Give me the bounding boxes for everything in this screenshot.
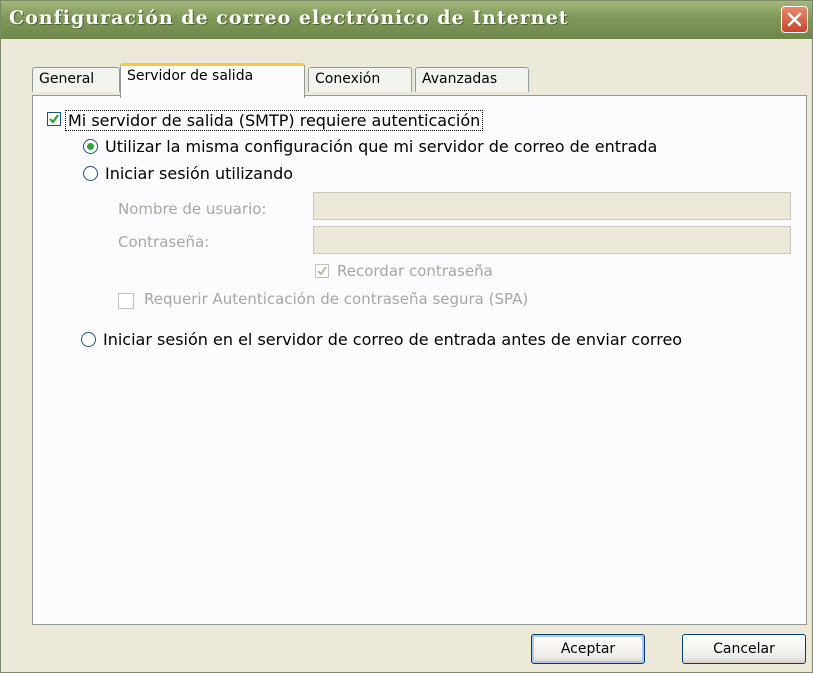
spa-label: Requerir Autenticación de contraseña seg… [144, 290, 529, 308]
remember-password-checkbox[interactable] [315, 264, 329, 278]
password-label: Contraseña: [118, 233, 210, 251]
checkmark-icon [49, 114, 59, 124]
log-on-using-radio[interactable] [83, 166, 98, 181]
remember-password-label: Recordar contraseña [337, 262, 493, 280]
tab-servidor-de-salida[interactable]: Servidor de salida [120, 63, 305, 98]
tab-avanzadas[interactable]: Avanzadas [415, 67, 529, 92]
log-on-using-label: Iniciar sesión utilizando [105, 164, 294, 183]
ok-button[interactable]: Aceptar [531, 634, 645, 664]
log-on-incoming-first-radio[interactable] [81, 332, 96, 347]
smtp-auth-checkbox[interactable] [47, 112, 61, 126]
tab-label: General [39, 71, 95, 87]
tab-label: Conexión [315, 71, 381, 87]
checkmark-icon [317, 266, 327, 276]
window-title: Configuración de correo electrónico de I… [9, 7, 569, 29]
username-field[interactable] [313, 192, 791, 220]
tab-conexion[interactable]: Conexión [308, 67, 412, 92]
radio-selected-dot [87, 143, 94, 150]
close-icon [787, 12, 802, 27]
title-bar[interactable]: Configuración de correo electrónico de I… [1, 1, 812, 39]
cancel-button[interactable]: Cancelar [682, 634, 806, 664]
username-label: Nombre de usuario: [118, 200, 267, 218]
use-same-settings-label: Utilizar la misma configuración que mi s… [105, 137, 658, 156]
tab-label: Avanzadas [422, 71, 498, 87]
spa-checkbox[interactable] [118, 293, 134, 309]
tab-label: Servidor de salida [127, 68, 254, 84]
log-on-incoming-first-label: Iniciar sesión en el servidor de correo … [103, 330, 683, 349]
tab-general[interactable]: General [32, 67, 120, 92]
smtp-auth-label: Mi servidor de salida (SMTP) requiere au… [65, 110, 484, 131]
tab-panel-servidor-de-salida: Mi servidor de salida (SMTP) requiere au… [32, 95, 807, 625]
dialog-window: Configuración de correo electrónico de I… [0, 0, 813, 673]
close-button[interactable] [781, 6, 808, 33]
use-same-settings-radio[interactable] [83, 139, 98, 154]
password-field[interactable] [313, 226, 791, 254]
